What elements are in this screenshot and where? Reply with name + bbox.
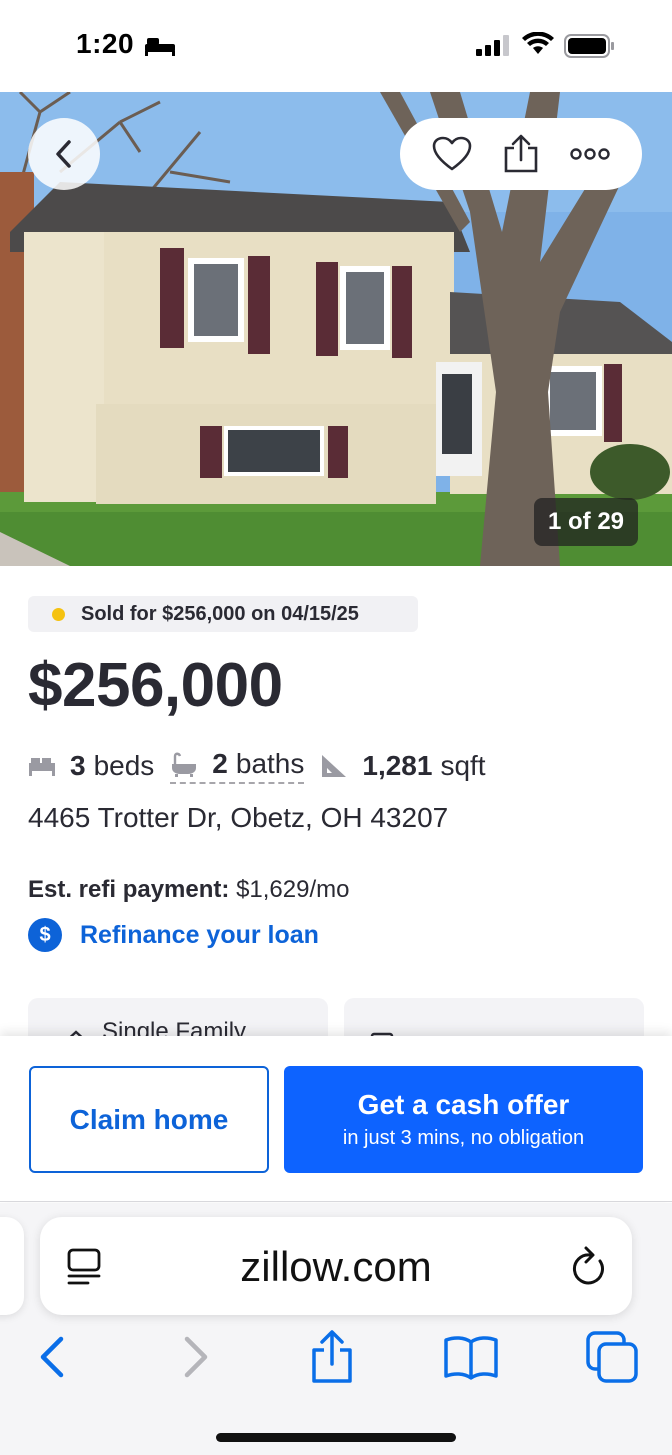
beds-fact: 3 beds [28,750,154,782]
tabs-button[interactable] [582,1327,642,1387]
listing-address: 4465 Trotter Dr, Obetz, OH 43207 [28,802,449,833]
bed-icon [28,755,56,777]
refi-label: Est. refi payment: [28,876,230,903]
cash-offer-sublabel: in just 3 mins, no obligation [342,1127,585,1149]
refinance-link[interactable]: $ Refinance your loan [28,918,319,952]
more-options-button[interactable] [560,124,620,184]
listing-actions [400,118,642,190]
baths-label: baths [235,748,305,779]
bookmarks-button[interactable] [441,1327,501,1387]
status-dot-icon [52,607,65,621]
cash-offer-button[interactable]: Get a cash offer in just 3 mins, no obli… [284,1066,643,1173]
beds-value: 3 [70,750,86,781]
chevron-right-icon [184,1336,208,1378]
sqft-value: 1,281 [362,750,433,781]
home-indicator [216,1433,456,1442]
cellular-signal-icon [476,34,512,61]
status-time: 1:20 [76,28,135,59]
reload-icon[interactable] [570,1245,610,1294]
home-facts: 3 beds 2 baths 1,281 sqft [28,744,502,788]
sold-status-badge: Sold for $256,000 on 04/15/25 [28,596,418,632]
baths-fact[interactable]: 2 baths [170,748,305,784]
bathtub-icon [170,751,198,777]
beds-label: beds [93,750,155,781]
claim-home-button[interactable]: Claim home [29,1066,269,1173]
url-text: zillow.com [240,1243,432,1290]
browser-back-button[interactable] [22,1327,82,1387]
browser-forward-button[interactable] [166,1327,226,1387]
safari-toolbar: zillow.com [0,1203,672,1455]
refinance-link-label: Refinance your loan [80,920,319,949]
sqft-fact: 1,281 sqft [320,750,486,782]
book-icon [444,1336,498,1380]
photo-counter: 1 of 29 [534,498,639,546]
back-button[interactable] [28,118,100,190]
chevron-left-icon [56,140,71,168]
sold-label: Sold for $256,000 on 04/15/25 [81,602,359,625]
baths-value: 2 [212,748,228,779]
wifi-icon [522,31,554,61]
heart-icon [433,136,472,171]
refi-estimate: Est. refi payment: $1,629/mo [28,876,349,904]
sticky-cta-bar: Claim home Get a cash offer in just 3 mi… [0,1036,672,1202]
save-favorite-button[interactable] [422,124,482,184]
status-bar: 1:20 [0,0,672,92]
cash-offer-label: Get a cash offer [357,1089,570,1120]
listing-photo[interactable]: 1 of 29 [0,92,672,566]
tabs-icon [586,1331,638,1383]
browser-share-button[interactable] [302,1327,362,1387]
sqft-label: sqft [440,750,486,781]
refi-value: $1,629/mo [236,876,350,903]
chevron-left-icon [40,1336,64,1378]
area-ruler-icon [320,753,348,779]
more-dots-icon [569,148,610,160]
previous-tab-preview[interactable] [0,1217,24,1315]
browser-nav-row [0,1327,672,1397]
share-icon [312,1330,352,1383]
sleep-focus-icon [144,35,176,62]
address-bar[interactable]: zillow.com [40,1217,632,1315]
share-button[interactable] [491,124,551,184]
dollar-circle-icon: $ [28,918,62,952]
share-icon [504,134,538,173]
listing-price: $256,000 [28,651,283,720]
battery-icon [564,34,616,63]
